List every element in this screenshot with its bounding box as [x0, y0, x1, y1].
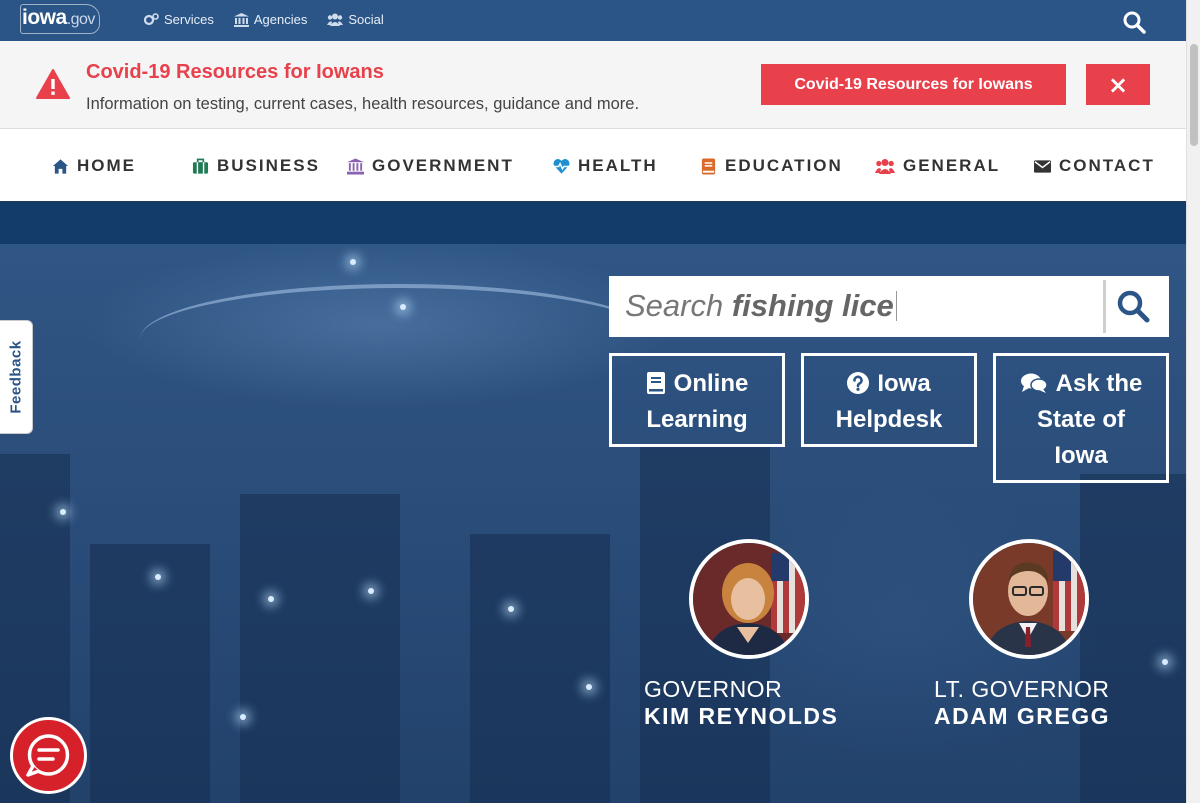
- ask-state-line1: Ask the: [1055, 370, 1143, 397]
- envelope-icon: [1034, 159, 1051, 173]
- governor-name[interactable]: KIM REYNOLDS: [644, 703, 838, 730]
- iowa-gov-logo[interactable]: iowa.gov: [22, 6, 95, 30]
- nav-health[interactable]: HEALTH: [553, 156, 658, 176]
- hero-top-strip: [0, 203, 1186, 244]
- top-bar: iowa.gov Services Agencies Social: [0, 0, 1186, 41]
- ask-state-line3: Iowa: [1054, 442, 1108, 469]
- services-link[interactable]: Services: [144, 12, 214, 27]
- book-icon: [701, 157, 716, 175]
- governor-portrait-image: [693, 543, 805, 655]
- book-icon: [646, 372, 665, 394]
- main-navigation: HOME BUSINESS GOVERNMENT HEALTH EDUCATIO…: [0, 129, 1186, 203]
- text-caret: [895, 291, 898, 321]
- users-icon: [875, 158, 895, 174]
- city-light: [508, 606, 514, 612]
- users-icon: [327, 13, 344, 26]
- nav-education[interactable]: EDUCATION: [700, 156, 843, 176]
- city-light: [368, 588, 374, 594]
- nav-business[interactable]: BUSINESS: [192, 156, 320, 176]
- city-light: [60, 509, 66, 515]
- lt-governor-portrait-image: [973, 543, 1085, 655]
- logo-suffix: .gov: [66, 11, 96, 28]
- utility-links: Services Agencies Social: [144, 12, 384, 27]
- building-shape: [470, 534, 610, 803]
- nav-education-label: EDUCATION: [725, 156, 843, 175]
- logo-main: iowa: [22, 6, 67, 29]
- agencies-label: Agencies: [253, 12, 308, 27]
- social-label: Social: [348, 12, 384, 27]
- lt-governor-photo[interactable]: [969, 539, 1089, 659]
- lt-governor-name[interactable]: ADAM GREGG: [934, 703, 1110, 730]
- ask-the-state-button[interactable]: Ask the State of Iowa: [993, 353, 1169, 483]
- site-search[interactable]: Search fishing lice: [609, 276, 1169, 337]
- question-circle-icon: [847, 372, 870, 394]
- nav-contact-label: CONTACT: [1059, 156, 1155, 175]
- city-light: [1162, 659, 1168, 665]
- city-light: [240, 714, 246, 720]
- close-banner-button[interactable]: ×: [1086, 64, 1150, 105]
- covid-alert-banner: Covid-19 Resources for Iowans Informatio…: [0, 41, 1186, 129]
- services-label: Services: [164, 12, 214, 27]
- nav-home-label: HOME: [77, 156, 136, 175]
- page-scrollbar[interactable]: [1186, 0, 1200, 803]
- iowa-helpdesk-line2: Helpdesk: [835, 406, 943, 433]
- highway-decoration: [140, 284, 660, 394]
- chat-bubble-icon: [26, 734, 70, 777]
- building-icon: [233, 12, 249, 27]
- lt-governor-title: LT. GOVERNOR: [934, 676, 1110, 702]
- city-light: [155, 574, 161, 580]
- search-input[interactable]: Search fishing lice: [625, 288, 898, 324]
- search-divider: [1103, 280, 1106, 333]
- feedback-label: Feedback: [7, 340, 25, 414]
- online-learning-line2: Learning: [646, 406, 748, 433]
- close-icon: ×: [1107, 70, 1129, 99]
- banner-description: Information on testing, current cases, h…: [86, 95, 640, 113]
- ask-state-line2: State of: [1036, 406, 1125, 433]
- nav-government-label: GOVERNMENT: [372, 156, 514, 175]
- warning-triangle-icon: [36, 69, 70, 99]
- building-shape: [240, 494, 400, 803]
- search-typed-text: fishing lice: [731, 288, 894, 323]
- agencies-link[interactable]: Agencies: [233, 12, 308, 27]
- nav-health-label: HEALTH: [578, 156, 658, 175]
- nav-home[interactable]: HOME: [52, 156, 136, 176]
- iowa-helpdesk-button[interactable]: Iowa Helpdesk: [801, 353, 977, 447]
- iowa-helpdesk-line1: Iowa: [877, 370, 931, 397]
- online-learning-line1: Online: [673, 370, 749, 397]
- building-shape: [90, 544, 210, 803]
- briefcase-icon: [192, 158, 209, 174]
- home-icon: [52, 158, 69, 174]
- search-prefix: Search: [625, 288, 732, 323]
- heartbeat-icon: [553, 158, 570, 174]
- city-light: [350, 259, 356, 265]
- nav-general[interactable]: GENERAL: [875, 156, 1000, 176]
- nav-government[interactable]: GOVERNMENT: [347, 156, 514, 176]
- city-light: [586, 684, 592, 690]
- feedback-tab[interactable]: Feedback: [0, 320, 33, 434]
- nav-business-label: BUSINESS: [217, 156, 320, 175]
- nav-general-label: GENERAL: [903, 156, 1001, 175]
- social-link[interactable]: Social: [327, 12, 384, 27]
- online-learning-button[interactable]: Online Learning: [609, 353, 785, 447]
- nav-contact[interactable]: CONTACT: [1034, 156, 1155, 176]
- city-light: [268, 596, 274, 602]
- gears-icon: [144, 13, 159, 26]
- governor-title: GOVERNOR: [644, 676, 783, 702]
- search-submit-icon[interactable]: [1115, 288, 1151, 324]
- government-icon: [347, 157, 364, 175]
- covid-resources-button[interactable]: Covid-19 Resources for Iowans: [761, 64, 1066, 105]
- comments-icon: [1020, 373, 1048, 393]
- governor-photo[interactable]: [689, 539, 809, 659]
- chat-widget-button[interactable]: [10, 717, 87, 794]
- search-icon[interactable]: [1122, 10, 1146, 34]
- scrollbar-thumb[interactable]: [1190, 44, 1198, 146]
- city-light: [400, 304, 406, 310]
- banner-title: Covid-19 Resources for Iowans: [86, 61, 384, 83]
- building-shape: [1080, 474, 1186, 803]
